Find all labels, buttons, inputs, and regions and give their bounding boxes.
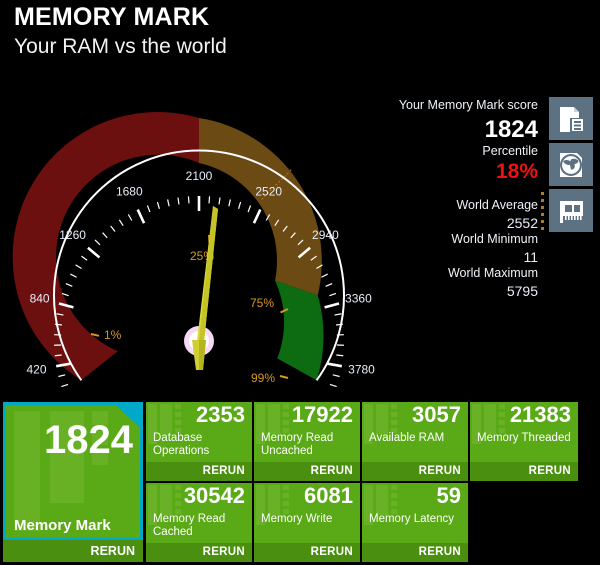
result-card-name: Memory Threaded xyxy=(477,432,571,444)
gauge-tick-label: 840 xyxy=(30,291,50,305)
gauge-tick-label: 3360 xyxy=(345,291,372,305)
percentile-value: 18% xyxy=(495,160,538,183)
world-minimum-value: 11 xyxy=(523,249,538,265)
result-card-rerun[interactable]: RERUN xyxy=(146,543,252,562)
gauge-tick-label: 2520 xyxy=(255,185,282,199)
result-card[interactable]: 30542 Memory Read Cached RERUN xyxy=(146,483,252,562)
result-card-rerun[interactable]: RERUN xyxy=(470,462,578,481)
result-card-name: Memory Write xyxy=(261,513,333,525)
gauge-needle xyxy=(184,206,218,370)
result-card-rerun[interactable]: RERUN xyxy=(362,543,468,562)
result-card[interactable]: 3057 Available RAM RERUN xyxy=(362,402,468,481)
result-card[interactable]: 17922 Memory Read Uncached RERUN xyxy=(254,402,360,481)
result-card-name: Memory Read Cached xyxy=(153,513,226,538)
result-card-value: 21383 xyxy=(509,402,571,427)
result-card-value: 17922 xyxy=(291,402,353,427)
result-cards: 2353 Database Operations RERUN 17922 Memory … xyxy=(0,396,600,565)
gauge-tick-label: 3780 xyxy=(348,363,375,377)
score-icon-column xyxy=(549,97,593,233)
result-card[interactable]: 21383 Memory Threaded RERUN xyxy=(470,402,578,481)
result-card-rerun[interactable]: RERUN xyxy=(254,543,360,562)
gauge-percentile-label: 75% xyxy=(250,296,274,310)
result-card[interactable]: 6081 Memory Write RERUN xyxy=(254,483,360,562)
gauge-band-high xyxy=(275,280,324,381)
result-card-value: 30542 xyxy=(183,483,245,508)
gauge-band-mid xyxy=(199,118,322,296)
result-card-rerun[interactable]: RERUN xyxy=(146,462,252,481)
gauge-tick-label: 1680 xyxy=(116,185,143,199)
header: MEMORY MARK Your RAM vs the world xyxy=(0,0,600,74)
result-card-name: Memory Latency xyxy=(369,513,455,525)
result-card[interactable]: 2353 Database Operations RERUN xyxy=(146,402,252,481)
percentile-label: Percentile xyxy=(482,144,538,158)
globe-icon[interactable] xyxy=(549,143,593,186)
score-value: 1824 xyxy=(484,116,538,143)
document-icon[interactable] xyxy=(549,97,593,140)
world-average-label: World Average xyxy=(456,198,538,212)
result-card-value: 6081 xyxy=(304,483,353,508)
result-card-name: Available RAM xyxy=(369,432,445,444)
gauge-tick-label: 420 xyxy=(26,363,46,377)
gauge-percentile-label: 1% xyxy=(104,328,122,342)
dotted-separator xyxy=(541,192,544,234)
world-average-value: 2552 xyxy=(506,215,538,231)
gauge-tick-label: 1260 xyxy=(59,228,86,242)
memory-mark-panel: MEMORY MARK Your RAM vs the world 042084… xyxy=(0,0,600,565)
result-card-name: Database Operations xyxy=(153,432,210,457)
page-title: MEMORY MARK xyxy=(14,3,210,31)
result-card-value: 3057 xyxy=(412,402,461,427)
gauge-tick-label: 2100 xyxy=(186,169,213,183)
ram-module-icon[interactable] xyxy=(549,189,593,232)
gauge-svg: 042084012601680210025202940336037804200 … xyxy=(12,111,375,388)
result-card-name: Memory Read Uncached xyxy=(261,432,334,457)
result-card-rerun[interactable]: RERUN xyxy=(362,462,468,481)
memory-mark-gauge: 042084012601680210025202940336037804200 … xyxy=(0,78,457,443)
world-minimum-label: World Minimum xyxy=(451,232,538,246)
result-card[interactable]: 59 Memory Latency RERUN xyxy=(362,483,468,562)
world-maximum-label: World Maximum xyxy=(447,266,538,280)
gauge-tick-label: 2940 xyxy=(312,228,339,242)
result-card-value: 2353 xyxy=(196,402,245,427)
result-card-value: 59 xyxy=(436,483,461,508)
score-label: Your Memory Mark score xyxy=(398,98,538,112)
gauge-percentile-markers: 1% 25% 75% 99% xyxy=(90,234,289,385)
world-maximum-value: 5795 xyxy=(506,283,538,299)
page-subtitle: Your RAM vs the world xyxy=(14,35,227,58)
gauge-percentile-label: 99% xyxy=(251,371,275,385)
result-card-rerun[interactable]: RERUN xyxy=(254,462,360,481)
